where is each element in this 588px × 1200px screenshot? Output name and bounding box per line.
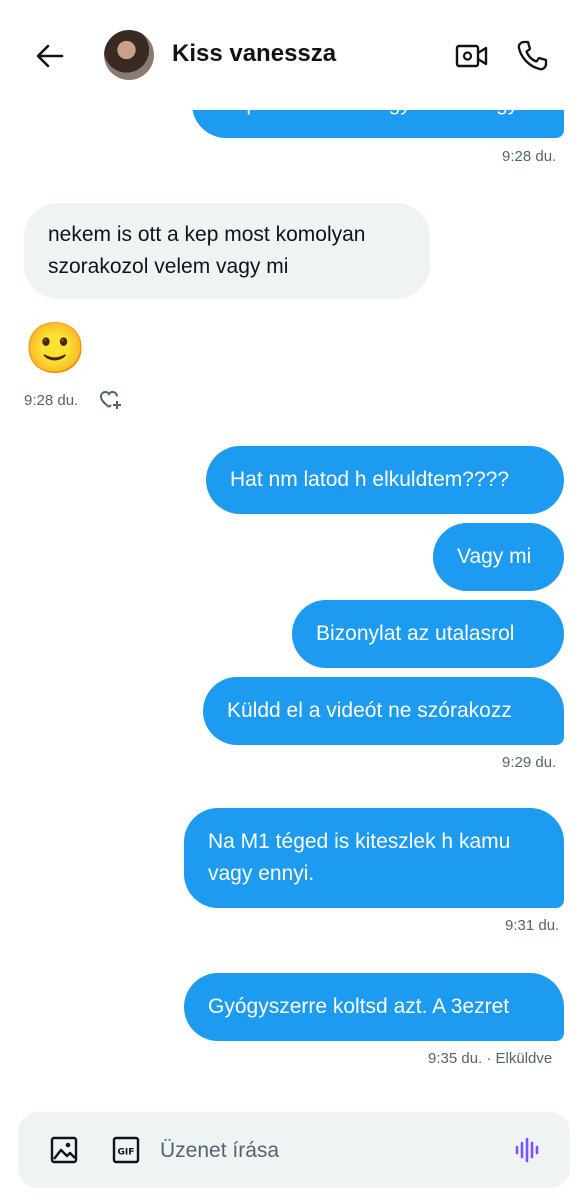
- message-text-line: vagy ennyi.: [208, 862, 315, 885]
- message-text: Gyógyszerre koltsd azt. A 3ezret: [208, 995, 510, 1018]
- message-bubble-received[interactable]: nekem is ott a kep most komolyan szorako…: [24, 203, 430, 299]
- image-icon[interactable]: [48, 1134, 80, 1166]
- message-timestamp: 9:31 du.: [505, 917, 560, 934]
- message-text: Vagy mi: [457, 545, 532, 568]
- message-timestamp: 9:28 du.: [502, 148, 557, 165]
- message-bubble-sent[interactable]: Gyógyszerre koltsd azt. A 3ezret: [184, 973, 564, 1041]
- message-status: 9:35 du. · Elküldve: [428, 1050, 553, 1067]
- message-text-line: nekem is ott a kep most komolyan: [48, 223, 366, 246]
- phone-call-icon[interactable]: [512, 36, 552, 76]
- back-arrow-icon[interactable]: [30, 36, 70, 76]
- message-composer: GIF: [18, 1112, 570, 1188]
- message-bubble-sent[interactable]: Na M1 téged is kiteszlek h kamu vagy enn…: [184, 808, 564, 908]
- message-input[interactable]: [158, 1130, 502, 1172]
- contact-name[interactable]: Kiss vanessza: [172, 40, 336, 68]
- voice-message-icon[interactable]: [512, 1134, 544, 1166]
- message-text: Küldd el a videót ne szórakozz: [227, 699, 512, 722]
- message-timestamp: 9:28 du.: [24, 392, 79, 409]
- video-call-icon[interactable]: [452, 36, 492, 76]
- message-bubble-sent[interactable]: Vagy mi: [433, 523, 564, 591]
- avatar[interactable]: [104, 30, 154, 80]
- conversation-header: Kiss vanessza: [0, 0, 588, 110]
- message-timestamp: 9:29 du.: [502, 754, 557, 771]
- svg-text:GIF: GIF: [118, 1148, 135, 1158]
- message-text: Bizonylat az utalasrol: [316, 622, 515, 645]
- emoji-message[interactable]: 🙂: [24, 318, 86, 378]
- message-bubble-sent[interactable]: Bizonylat az utalasrol: [292, 600, 564, 668]
- message-text: Hat nm latod h elkuldtem????: [230, 468, 509, 491]
- gif-icon[interactable]: GIF: [110, 1134, 142, 1166]
- slightly-smiling-face-emoji: 🙂: [24, 320, 87, 376]
- react-heart-plus-icon[interactable]: [98, 387, 124, 413]
- message-bubble-sent[interactable]: Küldd el a videót ne szórakozz: [203, 677, 564, 745]
- message-text-line: szorakozol velem vagy mi: [48, 255, 289, 278]
- message-text-line: Na M1 téged is kiteszlek h kamu: [208, 830, 511, 853]
- message-bubble-sent[interactable]: Hat nm latod h elkuldtem????: [206, 446, 564, 514]
